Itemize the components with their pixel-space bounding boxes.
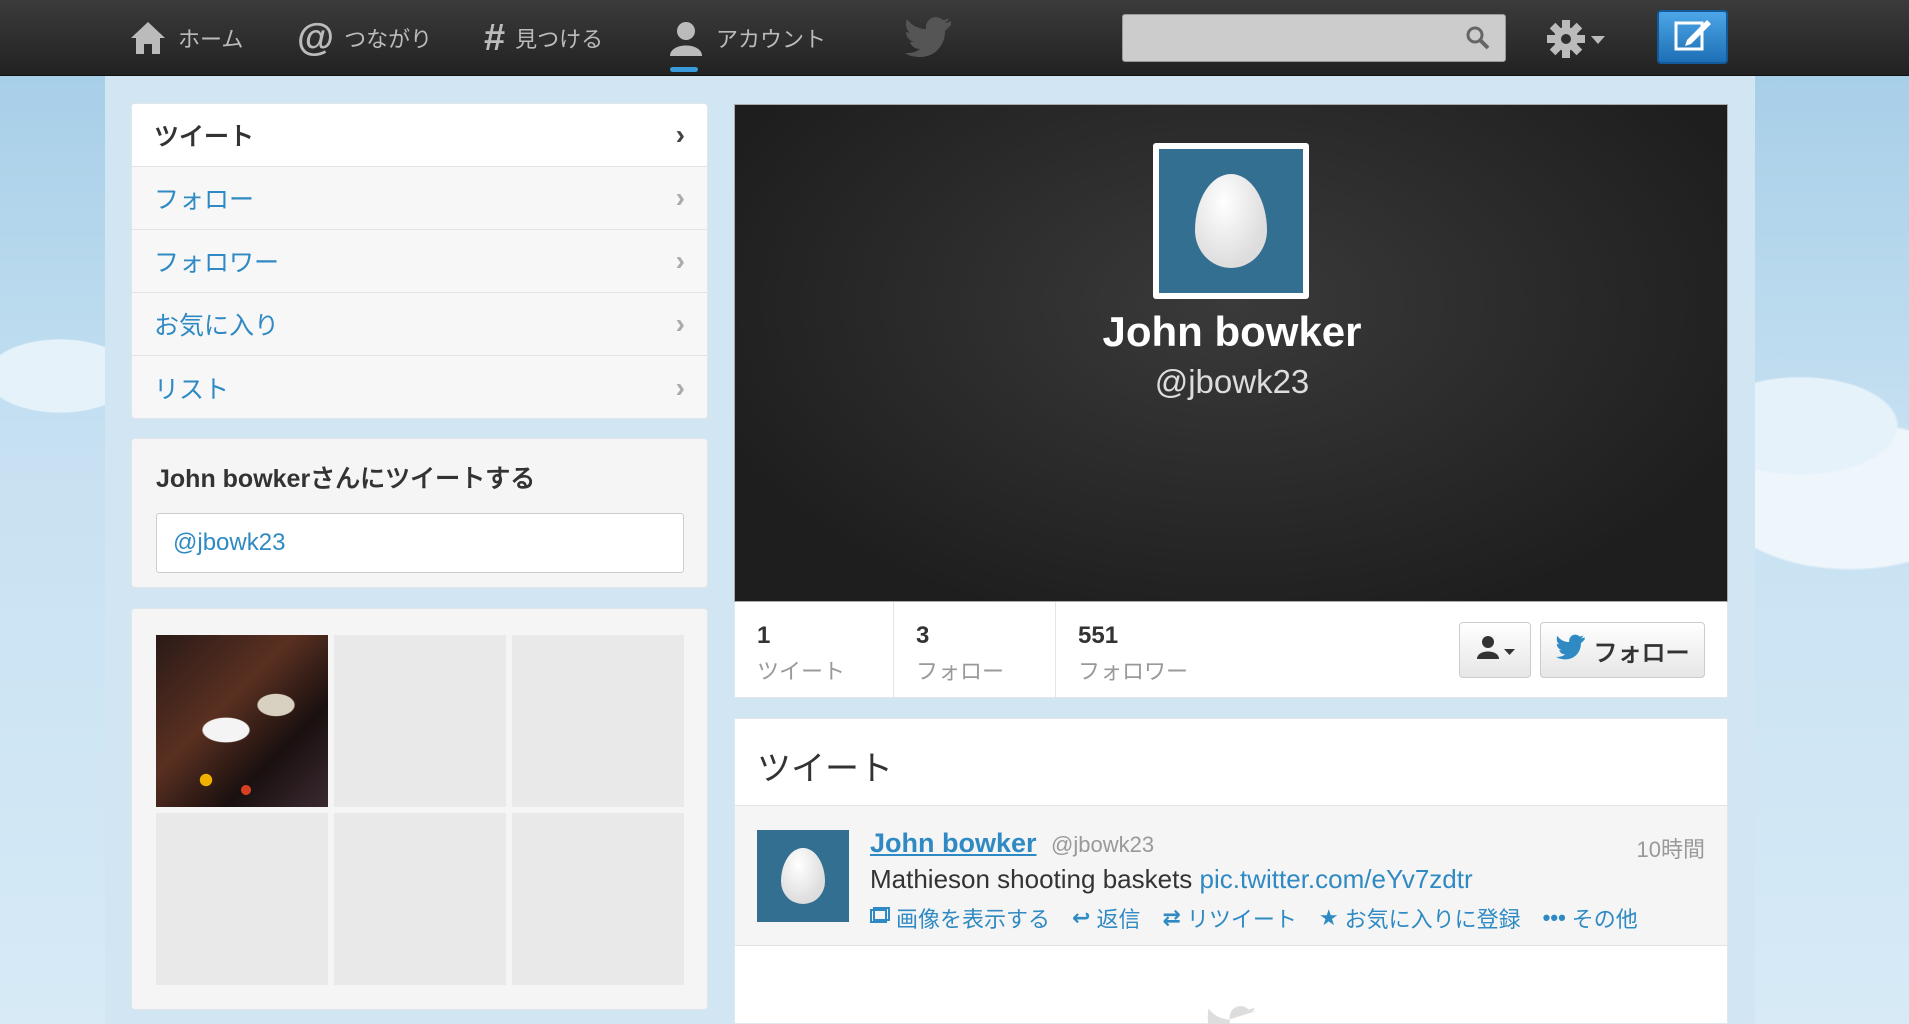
search-input[interactable] [1123, 15, 1453, 59]
sidebar-item-label: フォロワー [154, 249, 280, 277]
chevron-down-icon [1504, 636, 1515, 664]
stat-followers-label: フォロワー [1078, 659, 1189, 684]
tweet-author-handle: @jbowk23 [1051, 832, 1155, 857]
tweet-to-input[interactable] [156, 513, 684, 573]
at-icon: @ [297, 16, 335, 59]
chevron-right-icon: › [675, 119, 685, 150]
home-icon [128, 18, 168, 58]
nav-connect-label: つながり [344, 27, 433, 52]
reply-label: 返信 [1096, 907, 1141, 932]
sidebar-item-label: リスト [154, 375, 230, 404]
compose-tweet-button[interactable] [1657, 10, 1728, 64]
profile-handle: @jbowk23 [1154, 363, 1310, 400]
nav-home[interactable]: ホーム [128, 0, 243, 76]
tweets-timeline: ツイート John bowker @jbowk23 10時間 Mathieson… [734, 718, 1728, 1024]
reply-icon: ↩ [1072, 905, 1091, 930]
sidebar-item-favorites[interactable]: お気に入り › [132, 293, 707, 356]
media-thumbnail[interactable] [156, 635, 328, 807]
nav-home-label: ホーム [178, 27, 244, 52]
gear-icon [1545, 18, 1587, 65]
tweet-to-user-box: John bowkerさんにツイートする [131, 438, 708, 588]
media-placeholder [512, 635, 684, 807]
tweet-item[interactable]: John bowker @jbowk23 10時間 Mathieson shoo… [735, 806, 1727, 946]
profile-header-card: John bowker @jbowk23 [734, 104, 1728, 602]
media-gallery [131, 608, 708, 1010]
media-placeholder [334, 813, 506, 985]
chevron-right-icon: › [675, 245, 685, 276]
search-box [1122, 14, 1506, 62]
tweet-author-name[interactable]: John bowker [870, 828, 1037, 859]
reply-action[interactable]: ↩ 返信 [1072, 902, 1140, 934]
timeline-title: ツイート [735, 719, 1727, 806]
profile-avatar[interactable] [1153, 143, 1309, 299]
egg-avatar-icon [781, 848, 825, 904]
stat-followers[interactable]: 551 フォロワー [1055, 602, 1235, 698]
sidebar-item-following[interactable]: フォロー › [132, 167, 707, 230]
nav-discover[interactable]: # 見つける [484, 0, 603, 76]
chevron-right-icon: › [675, 371, 685, 403]
star-icon: ★ [1318, 905, 1339, 930]
favorite-label: お気に入りに登録 [1344, 907, 1521, 932]
stat-following-count: 3 [916, 622, 930, 649]
profile-name: John bowker [1102, 308, 1362, 355]
sidebar-item-label: フォロー [154, 186, 255, 214]
view-media-action[interactable]: 画像を表示する [870, 902, 1050, 934]
search-icon[interactable] [1465, 25, 1491, 56]
stat-tweets-count: 1 [757, 622, 771, 649]
nav-account[interactable]: アカウント [666, 0, 826, 76]
twitter-bird-icon [1555, 634, 1586, 667]
media-placeholder [156, 813, 328, 985]
retweet-icon: ⇄ [1162, 905, 1181, 930]
user-icon [666, 18, 706, 58]
more-action[interactable]: ••• その他 [1543, 902, 1638, 934]
chevron-down-icon [1591, 33, 1605, 51]
tweet-actions: 画像を表示する ↩ 返信 ⇄ リツイート ★ お気に入りに登録 ••• その他 [870, 902, 1660, 934]
sidebar-item-label: お気に入り [154, 312, 280, 340]
media-placeholder [334, 635, 506, 807]
stat-following[interactable]: 3 フォロー [893, 602, 1055, 698]
tweet-to-title: John bowkerさんにツイートする [156, 465, 536, 493]
stat-followers-count: 551 [1078, 622, 1119, 649]
more-label: その他 [1571, 907, 1638, 932]
retweet-label: リツイート [1186, 907, 1297, 932]
follow-button[interactable]: フォロー [1540, 622, 1705, 678]
chevron-right-icon: › [675, 308, 685, 339]
stat-tweets[interactable]: 1 ツイート [735, 602, 893, 698]
settings-menu[interactable] [1545, 18, 1605, 65]
profile-nav-menu: ツイート › フォロー › フォロワー › お気に入り › リスト › [131, 103, 708, 419]
sidebar-item-tweets[interactable]: ツイート › [132, 104, 707, 167]
egg-avatar-icon [1195, 174, 1267, 268]
view-media-label: 画像を表示する [896, 907, 1051, 932]
sidebar-item-label: ツイート [154, 123, 255, 151]
media-placeholder [512, 813, 684, 985]
sidebar-item-followers[interactable]: フォロワー › [132, 230, 707, 293]
stat-tweets-label: ツイート [757, 659, 846, 684]
image-icon [870, 905, 890, 931]
compose-icon [1673, 18, 1713, 57]
twitter-bird-icon[interactable] [905, 16, 953, 63]
stat-following-label: フォロー [916, 659, 1005, 684]
active-nav-indicator [670, 67, 698, 72]
top-navigation-bar: ホーム @ つながり # 見つける アカウント [0, 0, 1909, 76]
sidebar-item-lists[interactable]: リスト › [132, 356, 707, 418]
tweet-text: Mathieson shooting baskets pic.twitter.c… [870, 864, 1473, 895]
favorite-action[interactable]: ★ お気に入りに登録 [1319, 902, 1521, 934]
tweet-timestamp[interactable]: 10時間 [1637, 832, 1705, 864]
nav-connect[interactable]: @ つながり [297, 0, 432, 76]
nav-discover-label: 見つける [515, 27, 604, 52]
tweet-avatar[interactable] [757, 830, 849, 922]
more-icon: ••• [1542, 905, 1566, 930]
tweet-body: Mathieson shooting baskets [870, 864, 1200, 894]
nav-account-label: アカウント [716, 27, 827, 52]
follow-button-label: フォロー [1593, 639, 1690, 667]
profile-stats-bar: 1 ツイート 3 フォロー 551 フォロワー フォロー [734, 602, 1728, 698]
tweet-media-link[interactable]: pic.twitter.com/eYv7zdtr [1200, 864, 1473, 894]
twitter-bird-icon [1205, 1005, 1261, 1024]
user-icon [1475, 634, 1501, 667]
chevron-right-icon: › [675, 182, 685, 213]
hash-icon: # [484, 16, 506, 59]
retweet-action[interactable]: ⇄ リツイート [1162, 902, 1296, 934]
user-actions-dropdown-button[interactable] [1459, 622, 1531, 678]
